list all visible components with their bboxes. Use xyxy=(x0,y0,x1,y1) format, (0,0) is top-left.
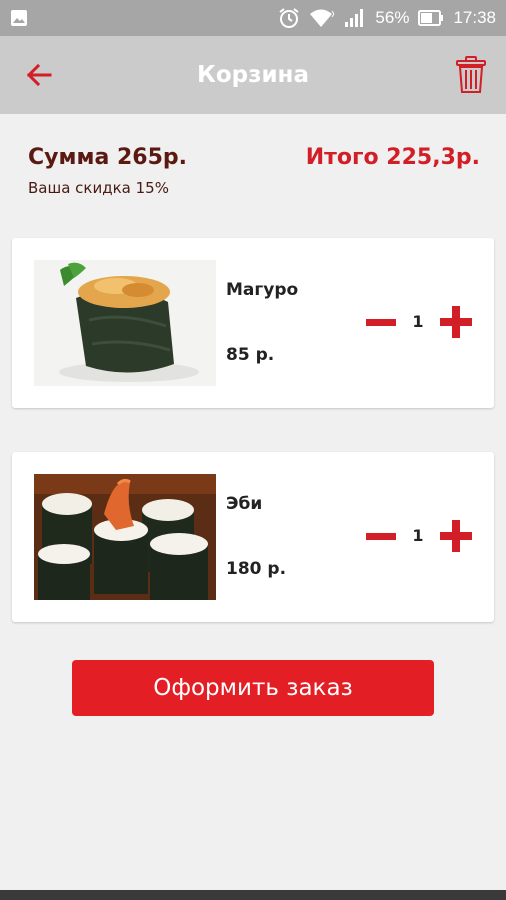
increase-quantity-button[interactable] xyxy=(440,306,472,338)
cart-item: Магуро 85 р. 1 xyxy=(12,238,494,408)
image-icon xyxy=(10,9,28,27)
quantity-value: 1 xyxy=(412,526,424,545)
decrease-quantity-button[interactable] xyxy=(366,530,396,544)
sum-label: Сумма 265р. xyxy=(28,145,187,170)
trash-icon xyxy=(456,56,486,93)
signal-icon xyxy=(344,8,366,28)
back-button[interactable] xyxy=(22,58,56,92)
quantity-stepper: 1 xyxy=(366,306,472,340)
place-order-button[interactable]: Оформить заказ xyxy=(72,660,434,716)
item-name: Эби xyxy=(226,494,263,514)
battery-percent: 56% xyxy=(375,8,410,27)
alarm-icon xyxy=(278,7,300,29)
page-title: Корзина xyxy=(197,62,309,88)
clear-cart-button[interactable] xyxy=(456,56,486,94)
total-label: Итого 225,3р. xyxy=(305,145,480,170)
item-image xyxy=(34,260,216,386)
item-price: 180 р. xyxy=(226,559,287,579)
discount-label: Ваша скидка 15% xyxy=(28,179,169,197)
status-bar: 56% 17:38 xyxy=(0,0,506,36)
decrease-quantity-button[interactable] xyxy=(366,316,396,330)
battery-icon xyxy=(418,9,444,27)
wifi-icon xyxy=(309,8,335,28)
status-time: 17:38 xyxy=(453,8,496,27)
quantity-value: 1 xyxy=(412,312,424,331)
app-bar: Корзина xyxy=(0,36,506,114)
item-price: 85 р. xyxy=(226,345,275,365)
item-image xyxy=(34,474,216,600)
item-name: Магуро xyxy=(226,280,299,300)
system-nav-bar xyxy=(0,890,506,900)
increase-quantity-button[interactable] xyxy=(440,520,472,552)
quantity-stepper: 1 xyxy=(366,520,472,554)
cart-item: Эби 180 р. 1 xyxy=(12,452,494,622)
arrow-left-icon xyxy=(26,63,52,87)
